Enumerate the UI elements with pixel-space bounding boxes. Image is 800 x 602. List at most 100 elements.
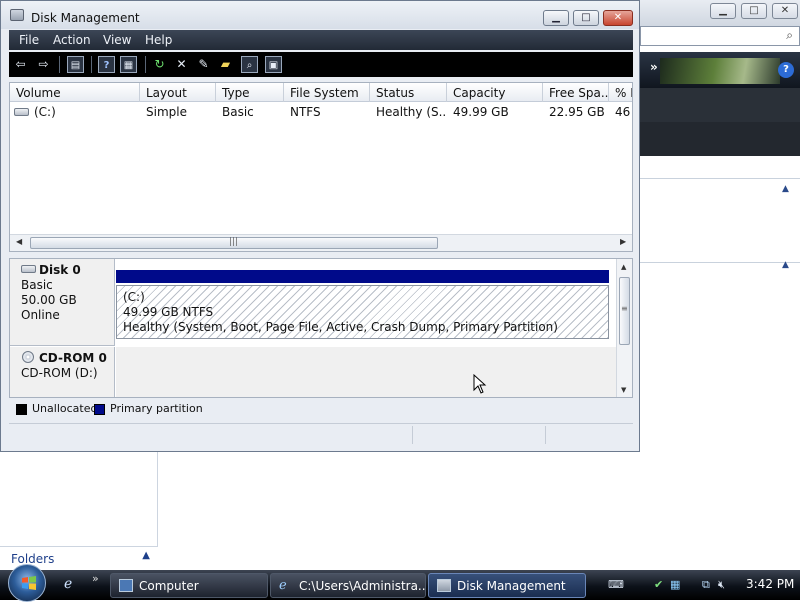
- cdrom-0-name-text: CD-ROM 0: [39, 351, 107, 365]
- legend: Unallocated Primary partition: [9, 400, 633, 418]
- cdrom-media-area[interactable]: [116, 347, 616, 397]
- toolbar-overflow-icon[interactable]: »: [650, 60, 658, 74]
- partition-size: 49.99 GB NTFS: [123, 305, 214, 319]
- volume-muted-icon[interactable]: 🔇︎: [718, 578, 725, 592]
- help-icon[interactable]: ?: [98, 56, 115, 73]
- back-arrow-icon[interactable]: ⇦: [12, 56, 29, 73]
- taskbar-button-explorer[interactable]: ℯ C:\Users\Administra...: [270, 573, 426, 598]
- quick-launch-overflow[interactable]: »: [92, 572, 99, 585]
- folders-expand-caret-icon[interactable]: ▲: [142, 550, 150, 561]
- status-bar: [9, 423, 633, 445]
- properties-icon[interactable]: ▦: [120, 56, 137, 73]
- internet-explorer-quicklaunch-icon[interactable]: ℯ: [64, 576, 72, 592]
- divider: [640, 262, 800, 263]
- taskbar-button-disk-management[interactable]: Disk Management: [428, 573, 586, 598]
- forward-arrow-icon[interactable]: ⇨: [35, 56, 52, 73]
- refresh-icon[interactable]: ↻: [151, 56, 168, 73]
- scroll-up-icon[interactable]: ▲: [621, 263, 626, 271]
- column-capacity[interactable]: Capacity: [447, 83, 543, 102]
- taskbar-button-computer-label: Computer: [139, 579, 199, 593]
- scroll-grip-icon: |||: [229, 237, 239, 247]
- toolbar: ⇦ ⇨ ▤ ? ▦ ↻ ✕ ✎ ▰ ⌕ ▣: [9, 52, 633, 77]
- keyboard-icon[interactable]: ⌨: [608, 578, 624, 592]
- table-row[interactable]: (C:) Simple Basic NTFS Healthy (S... 49.…: [10, 103, 632, 121]
- taskbar: ℯ » Computer ℯ C:\Users\Administra... Di…: [0, 564, 800, 602]
- collapse-caret-icon[interactable]: ▲: [782, 260, 789, 270]
- computer-icon: [119, 579, 133, 592]
- column-layout[interactable]: Layout: [140, 83, 216, 102]
- disk-management-icon: [437, 579, 451, 592]
- legend-unallocated-label: Unallocated: [32, 402, 98, 415]
- explorer-search-box[interactable]: ⌕: [640, 26, 800, 46]
- disk-0-size: 50.00 GB: [21, 293, 77, 307]
- close-button[interactable]: ✕: [603, 10, 633, 26]
- open-folder-icon[interactable]: ▰: [217, 56, 234, 73]
- disk-graphical-view: Disk 0 Basic 50.00 GB Online (C:) 49.99 …: [9, 258, 633, 398]
- collapse-caret-icon[interactable]: ▲: [782, 184, 789, 194]
- vertical-scrollbar[interactable]: ▲ ≡ ▼: [616, 259, 632, 397]
- start-button[interactable]: [8, 564, 46, 602]
- search-icon[interactable]: ⌕: [786, 28, 793, 43]
- explorer-maximize-button[interactable]: □: [741, 3, 767, 19]
- menu-view[interactable]: View: [103, 33, 131, 47]
- security-center-icon[interactable]: ✔: [654, 578, 663, 592]
- column-volume[interactable]: Volume: [10, 83, 140, 102]
- disk-management-app-icon: [10, 9, 24, 21]
- console-tree-icon[interactable]: ▤: [67, 56, 84, 73]
- vertical-scroll-thumb[interactable]: ≡: [619, 277, 630, 345]
- disk-0-label[interactable]: Disk 0 Basic 50.00 GB Online: [10, 259, 115, 346]
- column-file-system[interactable]: File System: [284, 83, 370, 102]
- legend-primary-label: Primary partition: [110, 402, 203, 415]
- explorer-minimize-button[interactable]: ▁: [710, 3, 736, 19]
- menu-file[interactable]: File: [19, 33, 39, 47]
- partition-status: Healthy (System, Boot, Page File, Active…: [123, 320, 558, 334]
- toolbar-separator: [145, 56, 146, 73]
- disk-0-type: Basic: [21, 278, 53, 292]
- windows-update-icon[interactable]: ▦: [670, 578, 680, 592]
- column-free-space[interactable]: Free Spa...: [543, 83, 609, 102]
- titlebar[interactable]: Disk Management ▁ □ ✕: [1, 1, 639, 29]
- rescan-icon[interactable]: ⌕: [241, 56, 258, 73]
- cell-status: Healthy (S...: [376, 105, 446, 119]
- horizontal-scroll-thumb[interactable]: |||: [30, 237, 438, 249]
- taskbar-button-disk-management-label: Disk Management: [457, 579, 566, 593]
- scroll-right-icon[interactable]: ▶: [620, 237, 626, 246]
- legend-primary-swatch: [94, 404, 105, 415]
- explorer-close-button[interactable]: ✕: [772, 3, 798, 19]
- disk-0-name-text: Disk 0: [39, 263, 81, 277]
- partition-c[interactable]: (C:) 49.99 GB NTFS Healthy (System, Boot…: [116, 285, 609, 339]
- volume-list-header: Volume Layout Type File System Status Ca…: [10, 83, 632, 102]
- status-segment: [412, 426, 413, 444]
- wizard-icon[interactable]: ▣: [265, 56, 282, 73]
- clock[interactable]: 3:42 PM: [746, 577, 794, 591]
- minimize-button[interactable]: ▁: [543, 10, 569, 26]
- explorer-toolbar: » ?: [640, 52, 800, 88]
- toolbar-separator: [59, 56, 60, 73]
- taskbar-button-computer[interactable]: Computer: [110, 573, 268, 598]
- menu-action[interactable]: Action: [53, 33, 91, 47]
- network-icon[interactable]: ⧉: [702, 578, 710, 592]
- horizontal-scrollbar[interactable]: ◀ ||| ▶: [10, 234, 632, 251]
- disk-management-window: Disk Management ▁ □ ✕ File Action View H…: [0, 0, 640, 452]
- cell-file-system: NTFS: [290, 105, 321, 119]
- menu-help[interactable]: Help: [145, 33, 172, 47]
- column-type[interactable]: Type: [216, 83, 284, 102]
- cell-volume: (C:): [34, 105, 56, 119]
- help-icon[interactable]: ?: [778, 62, 794, 78]
- taskbar-button-explorer-label: C:\Users\Administra...: [299, 579, 426, 593]
- scroll-down-icon[interactable]: ▼: [621, 386, 626, 394]
- primary-partition-bar: [116, 270, 609, 283]
- delete-icon[interactable]: ✕: [173, 56, 190, 73]
- scroll-left-icon[interactable]: ◀: [16, 237, 22, 246]
- divider: [640, 178, 800, 179]
- maximize-button[interactable]: □: [573, 10, 599, 26]
- legend-unallocated-swatch: [16, 404, 27, 415]
- cd-rom-icon: [22, 351, 34, 363]
- cell-percent-free: 46: [615, 105, 631, 119]
- cdrom-0-label[interactable]: CD-ROM 0 CD-ROM (D:): [10, 347, 115, 397]
- column-status[interactable]: Status: [370, 83, 447, 102]
- menu-bar: File Action View Help: [9, 30, 633, 50]
- column-percent-free[interactable]: % F: [609, 83, 632, 102]
- properties-edit-icon[interactable]: ✎: [195, 56, 212, 73]
- disk-0-status: Online: [21, 308, 60, 322]
